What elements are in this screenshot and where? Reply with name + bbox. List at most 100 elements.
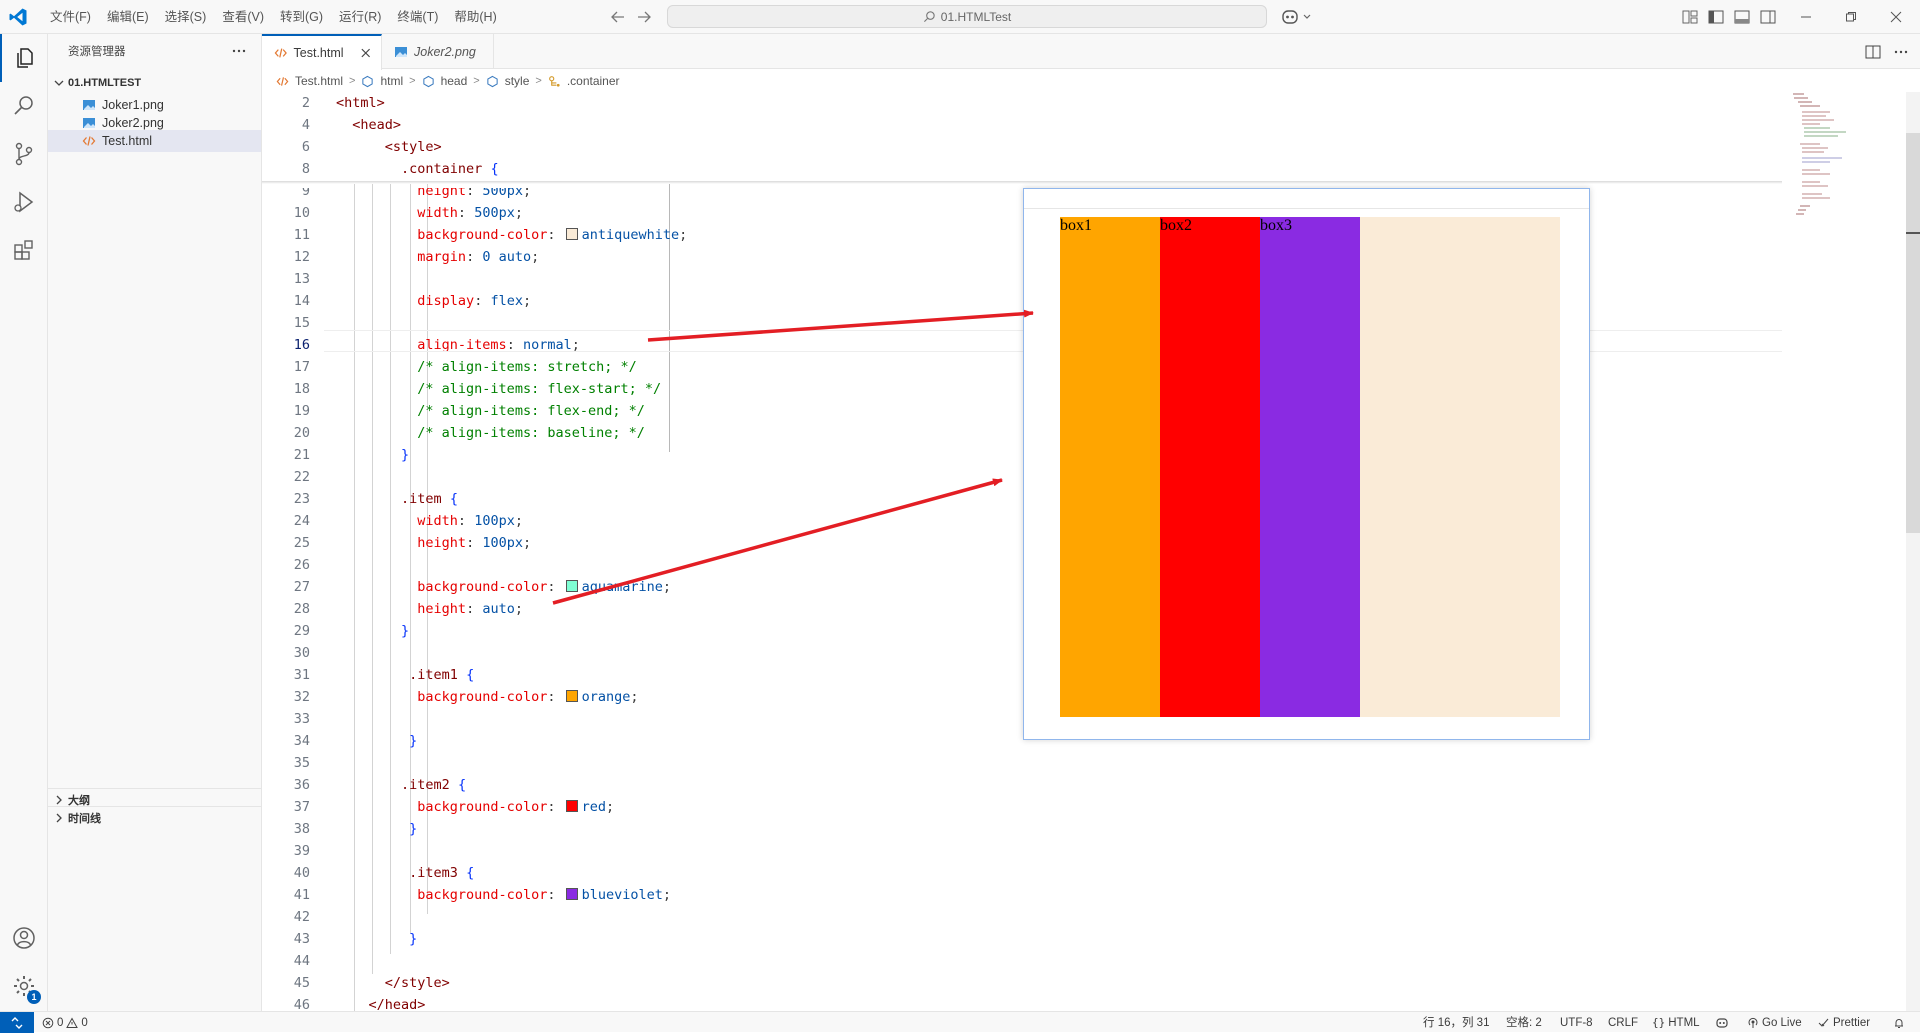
html-file-icon xyxy=(276,76,289,86)
file-item-test-html[interactable]: Test.html xyxy=(48,130,261,152)
breadcrumb-item[interactable]: html xyxy=(380,74,403,88)
status-bar: 0 0 行 16，列 31 空格: 2 UTF-8 CRLF {} HTML G… xyxy=(0,1011,1920,1033)
tab-label: Test.html xyxy=(293,46,344,60)
menu-go[interactable]: 转到(G) xyxy=(272,0,331,34)
color-swatch[interactable] xyxy=(565,228,578,240)
extensions-activity[interactable] xyxy=(0,226,48,274)
account-icon xyxy=(13,927,35,949)
back-arrow-icon[interactable] xyxy=(608,7,628,27)
workspace-folder-label: 01.HTMLTEST xyxy=(68,77,142,89)
element-icon xyxy=(362,75,374,87)
copilot-status[interactable] xyxy=(1716,1012,1728,1033)
problems-indicator[interactable]: 0 0 xyxy=(42,1012,88,1033)
line-ending[interactable]: CRLF xyxy=(1608,1012,1638,1033)
search-icon xyxy=(14,96,33,115)
check-double-icon xyxy=(1818,1018,1829,1027)
more-actions-icon[interactable] xyxy=(1892,43,1910,61)
element-icon xyxy=(422,75,434,87)
accounts-activity[interactable] xyxy=(0,914,48,962)
code-line: 45 </style> xyxy=(293,975,450,991)
menu-run[interactable]: 运行(R) xyxy=(331,0,389,34)
toggle-primary-sidebar-icon[interactable] xyxy=(1707,8,1725,26)
source-control-activity[interactable] xyxy=(0,130,48,178)
customize-layout-icon[interactable] xyxy=(1681,8,1699,26)
close-window-button[interactable] xyxy=(1878,4,1914,30)
language-label: HTML xyxy=(1668,1016,1700,1029)
menu-view[interactable]: 查看(V) xyxy=(214,0,272,34)
go-live-button[interactable]: Go Live xyxy=(1747,1012,1802,1033)
error-count: 0 xyxy=(57,1016,64,1029)
flex-item-1: box1 xyxy=(1060,217,1160,717)
close-icon xyxy=(1890,11,1902,23)
breadcrumb-separator: > xyxy=(349,75,356,87)
code-line: 38 } xyxy=(293,821,418,837)
code-line: 6 <style> xyxy=(301,139,442,155)
close-icon[interactable] xyxy=(358,45,373,61)
explorer-activity[interactable] xyxy=(0,34,48,82)
code-line: 44 xyxy=(293,953,310,969)
color-swatch[interactable] xyxy=(565,690,578,702)
file-item-label: Joker2.png xyxy=(102,116,164,130)
search-activity[interactable] xyxy=(0,82,48,130)
command-center-search[interactable]: 01.HTMLTest xyxy=(667,5,1267,28)
notifications-button[interactable] xyxy=(1893,1012,1905,1033)
color-swatch[interactable] xyxy=(565,888,578,900)
breadcrumb-item[interactable]: Test.html xyxy=(295,74,343,88)
browser-preview-panel: box1 box2 box3 xyxy=(1023,188,1590,740)
restore-button[interactable] xyxy=(1833,4,1869,30)
flex-item-3: box3 xyxy=(1260,217,1360,717)
workspace-folder[interactable]: 01.HTMLTEST xyxy=(48,72,261,94)
minimap[interactable] xyxy=(1790,92,1900,1011)
remote-button[interactable] xyxy=(0,1012,34,1033)
tab-test-html[interactable]: Test.html xyxy=(262,34,382,70)
copilot-icon xyxy=(1716,1017,1728,1028)
timeline-section[interactable]: 时间线 xyxy=(48,806,261,828)
color-swatch[interactable] xyxy=(565,580,578,592)
toggle-secondary-sidebar-icon[interactable] xyxy=(1759,8,1777,26)
language-mode[interactable]: {} HTML xyxy=(1652,1012,1700,1033)
breadcrumb-separator: > xyxy=(535,75,542,87)
manage-activity[interactable]: 1 xyxy=(0,962,48,1010)
error-icon xyxy=(42,1017,54,1028)
sticky-scroll-shadow xyxy=(262,181,1782,184)
menu-terminal[interactable]: 终端(T) xyxy=(389,0,446,34)
menu-selection[interactable]: 选择(S) xyxy=(157,0,215,34)
source-control-icon xyxy=(15,142,33,166)
color-swatch[interactable] xyxy=(565,800,578,812)
breadcrumb-item[interactable]: style xyxy=(505,74,530,88)
notification-badge: 1 xyxy=(27,990,41,1004)
code-line: 36 .item2 { xyxy=(293,777,467,793)
image-file-icon xyxy=(395,46,407,57)
run-debug-activity[interactable] xyxy=(0,178,48,226)
encoding[interactable]: UTF-8 xyxy=(1560,1012,1593,1033)
tab-joker2-png[interactable]: Joker2.png xyxy=(382,34,494,69)
toggle-panel-icon[interactable] xyxy=(1733,8,1751,26)
broadcast-icon xyxy=(1748,1017,1758,1028)
split-editor-icon[interactable] xyxy=(1864,43,1882,61)
breadcrumb-separator: > xyxy=(409,75,416,87)
vscode-logo-icon[interactable] xyxy=(8,7,28,27)
file-item-label: Test.html xyxy=(102,134,153,148)
tab-label: Joker2.png xyxy=(414,44,476,59)
breadcrumb-item[interactable]: head xyxy=(441,74,468,88)
scrollbar-thumb[interactable] xyxy=(1906,133,1920,533)
prettier-status[interactable]: Prettier xyxy=(1818,1012,1870,1033)
image-file-icon xyxy=(83,118,95,128)
code-line: 4 <head> xyxy=(301,117,402,133)
selector-icon xyxy=(548,75,560,87)
forward-arrow-icon[interactable] xyxy=(634,7,654,27)
code-line: 42 xyxy=(293,909,310,925)
search-icon xyxy=(923,11,935,23)
chevron-right-icon xyxy=(56,795,62,804)
menu-file[interactable]: 文件(F) xyxy=(42,0,99,34)
minimize-button[interactable] xyxy=(1788,4,1824,30)
menu-help[interactable]: 帮助(H) xyxy=(446,0,504,34)
more-actions-icon[interactable] xyxy=(230,42,248,60)
explorer-sidebar: 资源管理器 01.HTMLTEST Joker1.png Joker2.png … xyxy=(48,34,262,1011)
breadcrumb-item[interactable]: .container xyxy=(567,74,620,88)
indentation[interactable]: 空格: 2 xyxy=(1506,1012,1542,1033)
copilot-icon[interactable] xyxy=(1280,7,1316,27)
extensions-icon xyxy=(14,240,33,260)
menu-edit[interactable]: 编辑(E) xyxy=(99,0,157,34)
cursor-position[interactable]: 行 16，列 31 xyxy=(1423,1012,1489,1033)
